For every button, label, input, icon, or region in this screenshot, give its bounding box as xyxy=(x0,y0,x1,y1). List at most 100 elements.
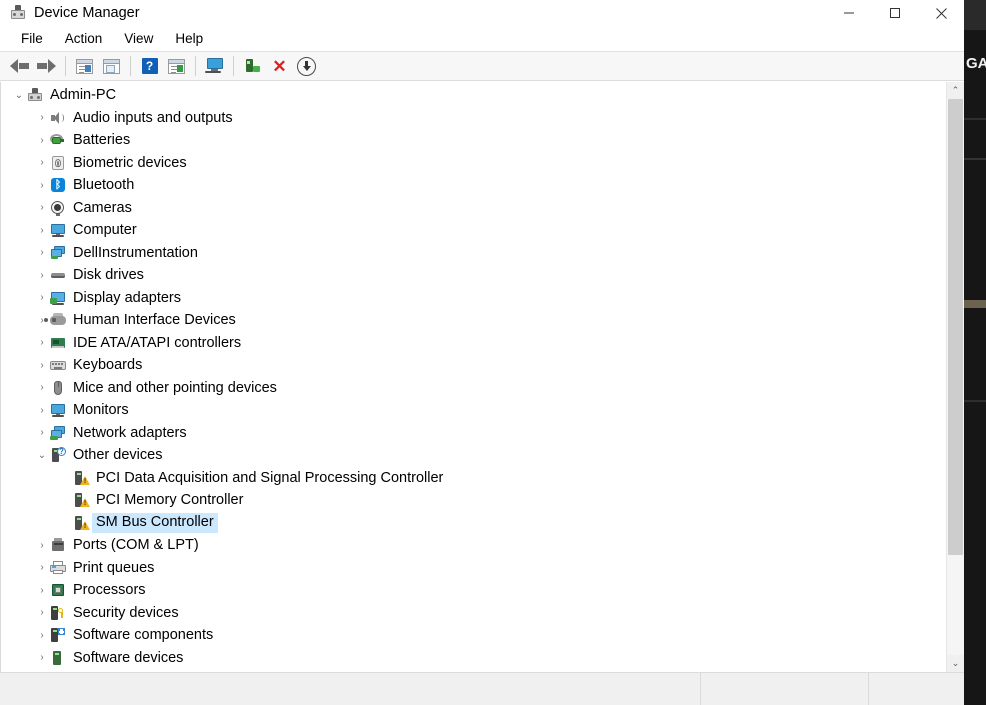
help-icon: ? xyxy=(142,58,158,74)
tree-item[interactable]: ›Disk drives xyxy=(1,264,946,287)
close-icon[interactable] xyxy=(918,0,964,26)
chevron-right-icon[interactable]: › xyxy=(34,630,50,641)
toolbar-separator-1 xyxy=(65,56,66,76)
forward-button[interactable] xyxy=(33,54,60,78)
tree-item[interactable]: ›Print queues xyxy=(1,557,946,580)
chevron-right-icon[interactable]: › xyxy=(34,562,50,573)
toolbar-separator-3 xyxy=(195,56,196,76)
tree-item[interactable]: › IDE ATA/ATAPI controllers xyxy=(1,332,946,355)
chevron-right-icon[interactable]: › xyxy=(34,540,50,551)
maximize-icon[interactable] xyxy=(872,0,918,26)
tree-item[interactable]: ›Human Interface Devices xyxy=(1,309,946,332)
scrollbar-track[interactable] xyxy=(947,99,964,655)
help-button[interactable]: ? xyxy=(136,54,163,78)
chevron-down-icon[interactable]: ⌄ xyxy=(34,450,50,461)
properties-button[interactable] xyxy=(98,54,125,78)
tree-item-label: Admin-PC xyxy=(50,88,116,103)
tree-item[interactable]: ›Computer xyxy=(1,219,946,242)
chevron-right-icon[interactable]: › xyxy=(34,247,50,258)
tree-item[interactable]: › Mice and other pointing devices xyxy=(1,377,946,400)
chevron-right-icon[interactable]: › xyxy=(34,382,50,393)
chevron-right-icon[interactable]: › xyxy=(34,135,50,146)
chevron-right-icon[interactable]: › xyxy=(34,112,50,123)
chevron-right-icon[interactable]: › xyxy=(34,652,50,663)
disable-device-button[interactable] xyxy=(293,54,320,78)
tree-item-label: PCI Data Acquisition and Signal Processi… xyxy=(96,471,443,486)
scan-for-hardware-changes-button[interactable] xyxy=(201,54,228,78)
camera-icon xyxy=(50,200,66,216)
menu-item-view[interactable]: View xyxy=(114,29,163,48)
vertical-scrollbar[interactable]: ⌃ ⌄ xyxy=(946,82,964,672)
tree-item-label: Software devices xyxy=(73,651,183,666)
title-bar: Device Manager xyxy=(0,0,964,26)
chevron-down-icon[interactable]: ⌄ xyxy=(11,90,27,101)
tree-item[interactable]: ›Monitors xyxy=(1,399,946,422)
menu-item-help[interactable]: Help xyxy=(165,29,213,48)
show-hide-action-pane-button[interactable] xyxy=(163,54,190,78)
scrollbar-thumb[interactable] xyxy=(948,99,963,555)
desktop-band-5 xyxy=(964,400,986,402)
tree-item-label: Batteries xyxy=(73,133,130,148)
chevron-right-icon[interactable]: › xyxy=(34,607,50,618)
menu-item-action[interactable]: Action xyxy=(55,29,113,48)
tree-item[interactable]: › Batteries xyxy=(1,129,946,152)
show-hide-console-tree-button[interactable] xyxy=(71,54,98,78)
chevron-right-icon[interactable]: › xyxy=(34,270,50,281)
tree-item[interactable]: PCI Memory Controller xyxy=(1,489,946,512)
scroll-up-button[interactable]: ⌃ xyxy=(947,82,964,99)
properties-icon xyxy=(103,59,120,74)
update-driver-icon xyxy=(245,58,261,74)
tree-item-label: Ports (COM & LPT) xyxy=(73,538,199,553)
chevron-right-icon[interactable]: › xyxy=(34,337,50,348)
tree-item[interactable]: ›Keyboards xyxy=(1,354,946,377)
battery-icon xyxy=(50,132,66,148)
uninstall-device-button[interactable]: ✕ xyxy=(266,54,293,78)
tree-item[interactable]: ›Processors xyxy=(1,579,946,602)
chevron-right-icon[interactable]: › xyxy=(34,202,50,213)
tree-item[interactable]: ›Display adapters xyxy=(1,287,946,310)
tree-item-label: IDE ATA/ATAPI controllers xyxy=(73,336,241,351)
device-manager-icon xyxy=(10,5,26,21)
tree-item[interactable]: PCI Data Acquisition and Signal Processi… xyxy=(1,467,946,490)
bluetooth-icon: ᛒ xyxy=(50,177,66,193)
chevron-right-icon[interactable]: › xyxy=(34,225,50,236)
tree-item[interactable]: ›Network adapters xyxy=(1,422,946,445)
tree-item-label: Mice and other pointing devices xyxy=(73,381,277,396)
chevron-right-icon[interactable]: › xyxy=(34,292,50,303)
device-tree: ⌄Admin-PC›Audio inputs and outputs›Batte… xyxy=(1,82,946,669)
tree-item[interactable]: ›Cameras xyxy=(1,197,946,220)
update-driver-button[interactable] xyxy=(239,54,266,78)
tree-item[interactable]: SM Bus Controller xyxy=(1,512,946,535)
back-button[interactable] xyxy=(6,54,33,78)
tree-item[interactable]: ›Audio inputs and outputs xyxy=(1,107,946,130)
tree-item[interactable]: › DellInstrumentation xyxy=(1,242,946,265)
desktop-band-top xyxy=(964,0,986,30)
tree-item-label: DellInstrumentation xyxy=(73,246,198,261)
toolbar: ? ✕ xyxy=(0,51,964,81)
port-icon xyxy=(50,537,66,553)
printer-icon xyxy=(50,560,66,576)
device-tree-pane[interactable]: ⌄Admin-PC›Audio inputs and outputs›Batte… xyxy=(0,82,946,672)
tree-item[interactable]: ⌄ Admin-PC xyxy=(1,84,946,107)
chevron-right-icon[interactable]: › xyxy=(34,405,50,416)
tree-item[interactable]: ›Biometric devices xyxy=(1,152,946,175)
tree-item[interactable]: › Ports (COM & LPT) xyxy=(1,534,946,557)
tree-item[interactable]: ›Security devices xyxy=(1,602,946,625)
chevron-right-icon[interactable]: › xyxy=(34,427,50,438)
minimize-icon[interactable] xyxy=(826,0,872,26)
forward-icon xyxy=(37,59,56,73)
tree-item-label: Other devices xyxy=(73,448,162,463)
chevron-right-icon[interactable]: › xyxy=(34,585,50,596)
chevron-right-icon[interactable]: › xyxy=(34,157,50,168)
tree-item[interactable]: ›ᛒBluetooth xyxy=(1,174,946,197)
tree-item[interactable]: ›Software components xyxy=(1,624,946,647)
unknown-device-warning-icon xyxy=(73,515,89,531)
menu-bar: File Action View Help xyxy=(0,26,964,51)
menu-item-file[interactable]: File xyxy=(11,29,53,48)
tree-item[interactable]: › Software devices xyxy=(1,647,946,670)
chevron-right-icon[interactable]: › xyxy=(34,360,50,371)
scroll-down-button[interactable]: ⌄ xyxy=(947,655,964,672)
chevron-right-icon[interactable]: › xyxy=(34,180,50,191)
gamepad-icon xyxy=(50,312,66,328)
tree-item[interactable]: ⌄?Other devices xyxy=(1,444,946,467)
